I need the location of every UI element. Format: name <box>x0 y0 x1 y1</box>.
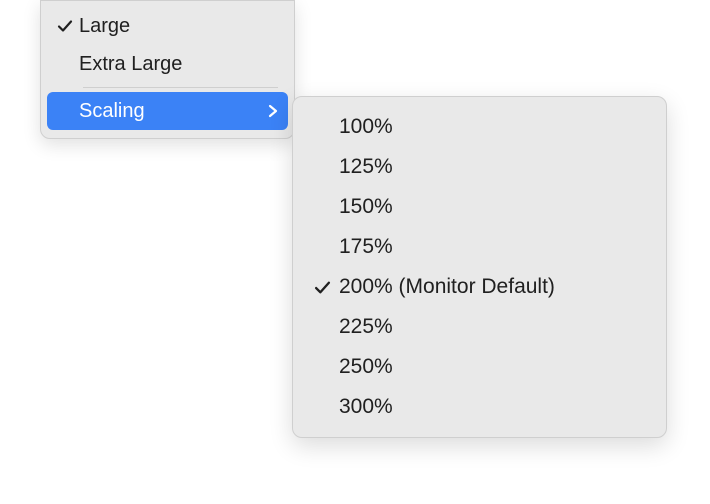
menu-item-label: 300% <box>339 395 648 419</box>
scaling-option-300[interactable]: 300% <box>301 387 658 427</box>
scaling-option-125[interactable]: 125% <box>301 147 658 187</box>
menu-item-label: 175% <box>339 235 648 259</box>
menu-item-label: 250% <box>339 355 648 379</box>
check-icon <box>305 279 339 296</box>
menu-separator <box>83 87 278 88</box>
scaling-option-175[interactable]: 175% <box>301 227 658 267</box>
menu-item-label: Large <box>79 15 278 38</box>
menu-item-scaling[interactable]: Scaling <box>47 92 288 130</box>
menu-item-large[interactable]: Large <box>47 7 288 45</box>
menu-item-extra-large[interactable]: Extra Large <box>47 45 288 83</box>
scaling-option-100[interactable]: 100% <box>301 107 658 147</box>
scaling-option-250[interactable]: 250% <box>301 347 658 387</box>
scaling-submenu: 100% 125% 150% 175% 200% (Monitor Defaul… <box>292 96 667 438</box>
scaling-option-150[interactable]: 150% <box>301 187 658 227</box>
scaling-option-225[interactable]: 225% <box>301 307 658 347</box>
menu-item-label: 225% <box>339 315 648 339</box>
size-menu: Large Extra Large Scaling <box>40 0 295 139</box>
scaling-option-200[interactable]: 200% (Monitor Default) <box>301 267 658 307</box>
menu-item-label: 200% (Monitor Default) <box>339 275 648 299</box>
menu-item-label: Scaling <box>79 100 258 123</box>
menu-item-label: 125% <box>339 155 648 179</box>
menu-item-label: 150% <box>339 195 648 219</box>
menu-item-label: 100% <box>339 115 648 139</box>
chevron-right-icon <box>258 104 278 118</box>
menu-item-label: Extra Large <box>79 53 278 76</box>
check-icon <box>51 18 79 34</box>
